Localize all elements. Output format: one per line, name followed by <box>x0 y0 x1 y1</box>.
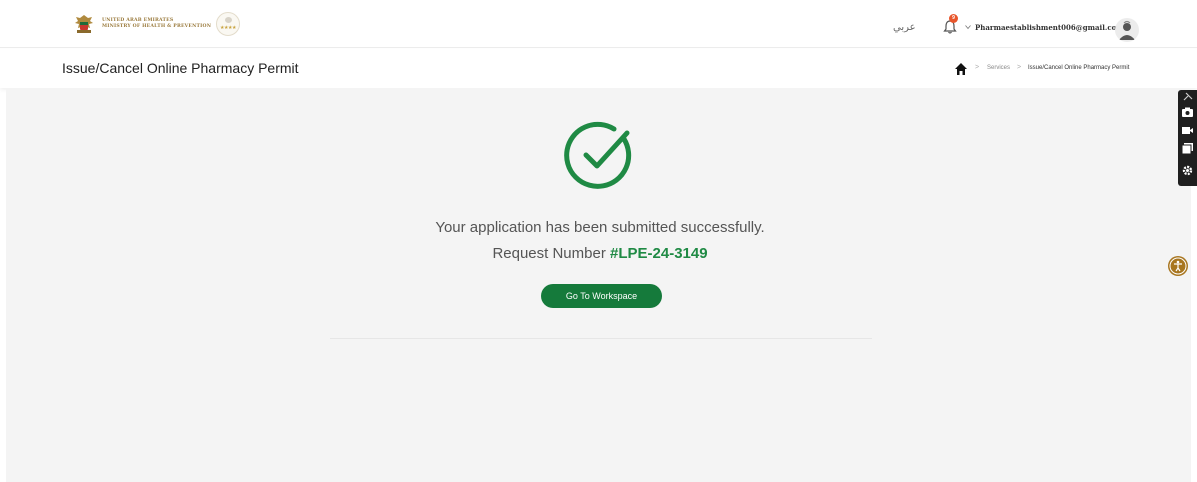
ministry-name: UNITED ARAB EMIRATES MINISTRY OF HEALTH … <box>102 18 211 30</box>
language-toggle[interactable]: عربي <box>893 22 916 33</box>
breadcrumb-current: Issue/Cancel Online Pharmacy Permit <box>1028 65 1130 71</box>
breadcrumb-separator: > <box>1017 64 1022 71</box>
top-header: UNITED ARAB EMIRATES MINISTRY OF HEALTH … <box>0 0 1197 48</box>
chevron-down-icon[interactable] <box>965 24 971 30</box>
gear-icon[interactable] <box>1181 164 1194 177</box>
star-rating-badge: ★★★★ <box>216 12 240 36</box>
app-frame: UNITED ARAB EMIRATES MINISTRY OF HEALTH … <box>0 0 1197 482</box>
rating-stars: ★★★★ <box>220 25 236 31</box>
success-message: Your application has been submitted succ… <box>435 219 765 236</box>
go-to-workspace-button[interactable]: Go To Workspace <box>541 284 662 308</box>
request-number: #LPE-24-3149 <box>610 245 708 262</box>
floating-toolbar <box>1178 90 1197 186</box>
user-email[interactable]: Pharmaestablishment006@gmail.com <box>975 23 1124 32</box>
page-titlebar: Issue/Cancel Online Pharmacy Permit > Se… <box>0 49 1197 88</box>
window-icon[interactable] <box>1181 142 1194 155</box>
request-number-line: Request Number #LPE-24-3149 <box>300 245 900 262</box>
content-divider <box>330 338 872 339</box>
accessibility-icon[interactable] <box>1168 256 1188 276</box>
breadcrumb-separator: > <box>975 64 980 71</box>
notification-badge: 9 <box>949 14 958 23</box>
request-label: Request Number <box>492 245 606 262</box>
page-title: Issue/Cancel Online Pharmacy Permit <box>62 60 299 76</box>
badge-emblem-dot <box>225 17 232 23</box>
breadcrumb-services[interactable]: Services <box>987 65 1010 71</box>
uae-emblem-icon[interactable] <box>73 13 95 35</box>
ministry-line2: MINISTRY OF HEALTH & PREVENTION <box>102 24 212 29</box>
home-icon[interactable] <box>954 62 968 76</box>
check-circle-icon <box>564 121 632 189</box>
user-avatar-icon[interactable] <box>1115 18 1139 42</box>
pin-icon[interactable] <box>1181 91 1194 104</box>
video-icon[interactable] <box>1181 124 1194 137</box>
camera-icon[interactable] <box>1181 106 1194 119</box>
